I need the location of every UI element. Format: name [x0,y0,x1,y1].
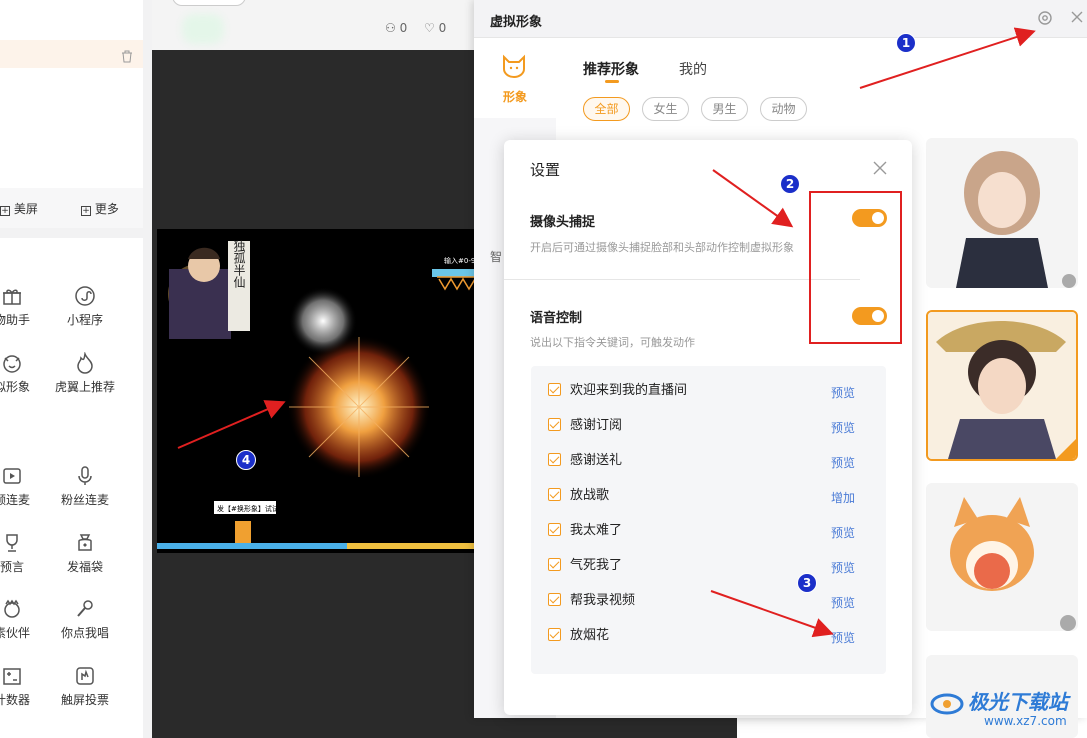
annotation-marker-3: 3 [797,573,817,593]
watermark: 极光下载站 www.xz7.com [930,686,1087,736]
annotation-arrows [177,27,1036,638]
annotation-marker-2: 2 [780,174,800,194]
annotation-marker-1: 1 [896,33,916,53]
annotation-marker-4: 4 [236,450,256,470]
watermark-logo-icon [930,693,964,715]
